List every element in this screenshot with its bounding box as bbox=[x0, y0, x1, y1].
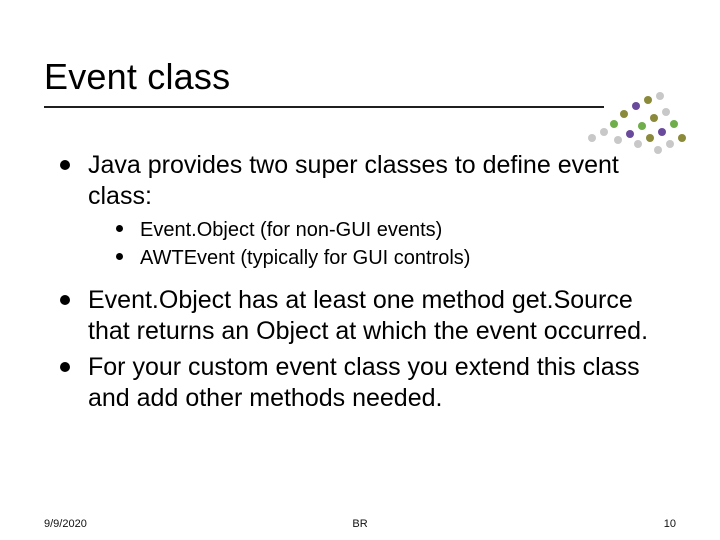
slide-title: Event class bbox=[44, 56, 230, 98]
deco-dot bbox=[646, 134, 654, 142]
footer-center: BR bbox=[352, 518, 367, 530]
sub-bullet-text: Event.Object (for non-GUI events) bbox=[140, 219, 442, 241]
bullet-text: Event.Object has at least one method get… bbox=[88, 286, 648, 345]
content-area: Java provides two super classes to defin… bbox=[60, 150, 670, 419]
slide: Event class Java provides two super clas… bbox=[0, 0, 720, 540]
footer-page-number: 10 bbox=[664, 518, 676, 530]
deco-dot bbox=[600, 128, 608, 136]
deco-dot bbox=[588, 134, 596, 142]
deco-dot bbox=[656, 92, 664, 100]
deco-dot bbox=[670, 120, 678, 128]
deco-dot bbox=[614, 136, 622, 144]
footer-date: 9/9/2020 bbox=[44, 518, 87, 530]
bullet-item: For your custom event class you extend t… bbox=[60, 352, 670, 413]
bullet-text: Java provides two super classes to defin… bbox=[88, 151, 619, 210]
sub-bullet-item: Event.Object (for non-GUI events) bbox=[116, 217, 670, 243]
deco-dot bbox=[620, 110, 628, 118]
deco-dot bbox=[638, 122, 646, 130]
deco-dot bbox=[634, 140, 642, 148]
deco-dot bbox=[610, 120, 618, 128]
deco-dot bbox=[666, 140, 674, 148]
sub-bullet-list: Event.Object (for non-GUI events) AWTEve… bbox=[116, 217, 670, 271]
deco-dot bbox=[632, 102, 640, 110]
deco-dot bbox=[658, 128, 666, 136]
deco-dot bbox=[662, 108, 670, 116]
bullet-text: For your custom event class you extend t… bbox=[88, 353, 640, 412]
sub-bullet-text: AWTEvent (typically for GUI controls) bbox=[140, 247, 470, 269]
deco-dot bbox=[626, 130, 634, 138]
bullet-item: Event.Object has at least one method get… bbox=[60, 285, 670, 346]
deco-dot bbox=[644, 96, 652, 104]
bullet-item: Java provides two super classes to defin… bbox=[60, 150, 670, 271]
deco-dot bbox=[650, 114, 658, 122]
sub-bullet-item: AWTEvent (typically for GUI controls) bbox=[116, 245, 670, 271]
deco-dot bbox=[678, 134, 686, 142]
title-underline bbox=[44, 106, 604, 108]
